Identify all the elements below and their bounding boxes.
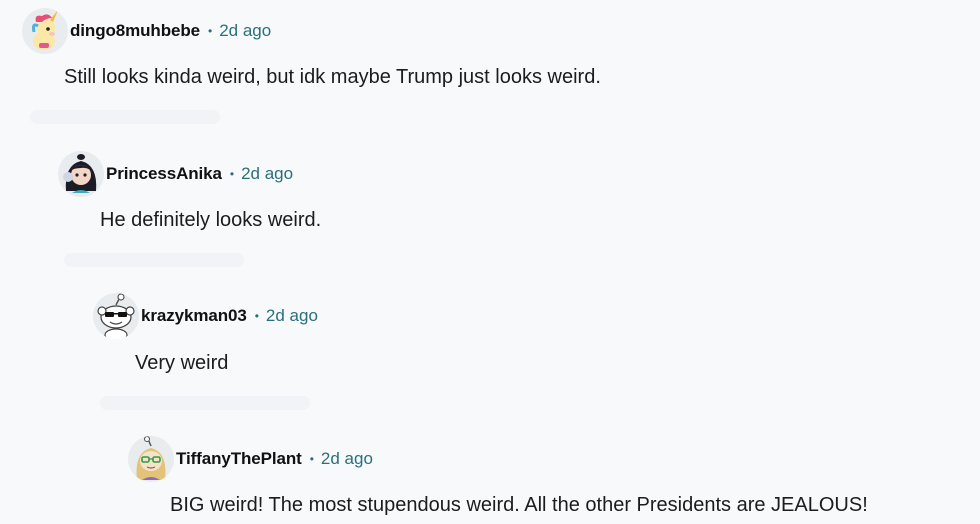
separator-dot: • [309,452,314,466]
comment-body: Very weird [135,352,229,374]
faint-overlay [30,110,220,124]
timestamp[interactable]: 2d ago [321,449,373,469]
separator-dot: • [207,24,213,38]
dark-haired-avatar-icon[interactable] [58,151,104,197]
timestamp[interactable]: 2d ago [219,21,271,41]
sunglasses-snoo-avatar-icon[interactable] [93,293,139,339]
comment-header: krazykman03 • 2d ago [93,293,318,339]
comment-header: PrincessAnika • 2d ago [58,151,293,197]
comment-header: dingo8muhbebe • 2d ago [22,8,271,54]
unicorn-avatar-icon[interactable] [22,8,68,54]
separator-dot: • [229,167,235,181]
username[interactable]: dingo8muhbebe [70,21,200,41]
comment-body: Still looks kinda weird, but idk maybe T… [64,66,601,88]
timestamp[interactable]: 2d ago [241,164,293,184]
comment-thread: dingo8muhbebe • 2d ago Still looks kinda… [0,0,980,524]
comment-header: TiffanyThePlant • 2d ago [128,436,373,482]
separator-dot: • [254,309,259,323]
comment-body: He definitely looks weird. [100,209,322,231]
glasses-blonde-avatar-icon[interactable] [128,436,174,482]
faint-overlay [64,253,244,267]
username[interactable]: krazykman03 [141,306,247,326]
comment-body: BIG weird! The most stupendous weird. Al… [170,494,868,516]
username[interactable]: TiffanyThePlant [176,449,302,469]
faint-overlay [100,396,310,410]
username[interactable]: PrincessAnika [106,164,222,184]
timestamp[interactable]: 2d ago [266,306,318,326]
